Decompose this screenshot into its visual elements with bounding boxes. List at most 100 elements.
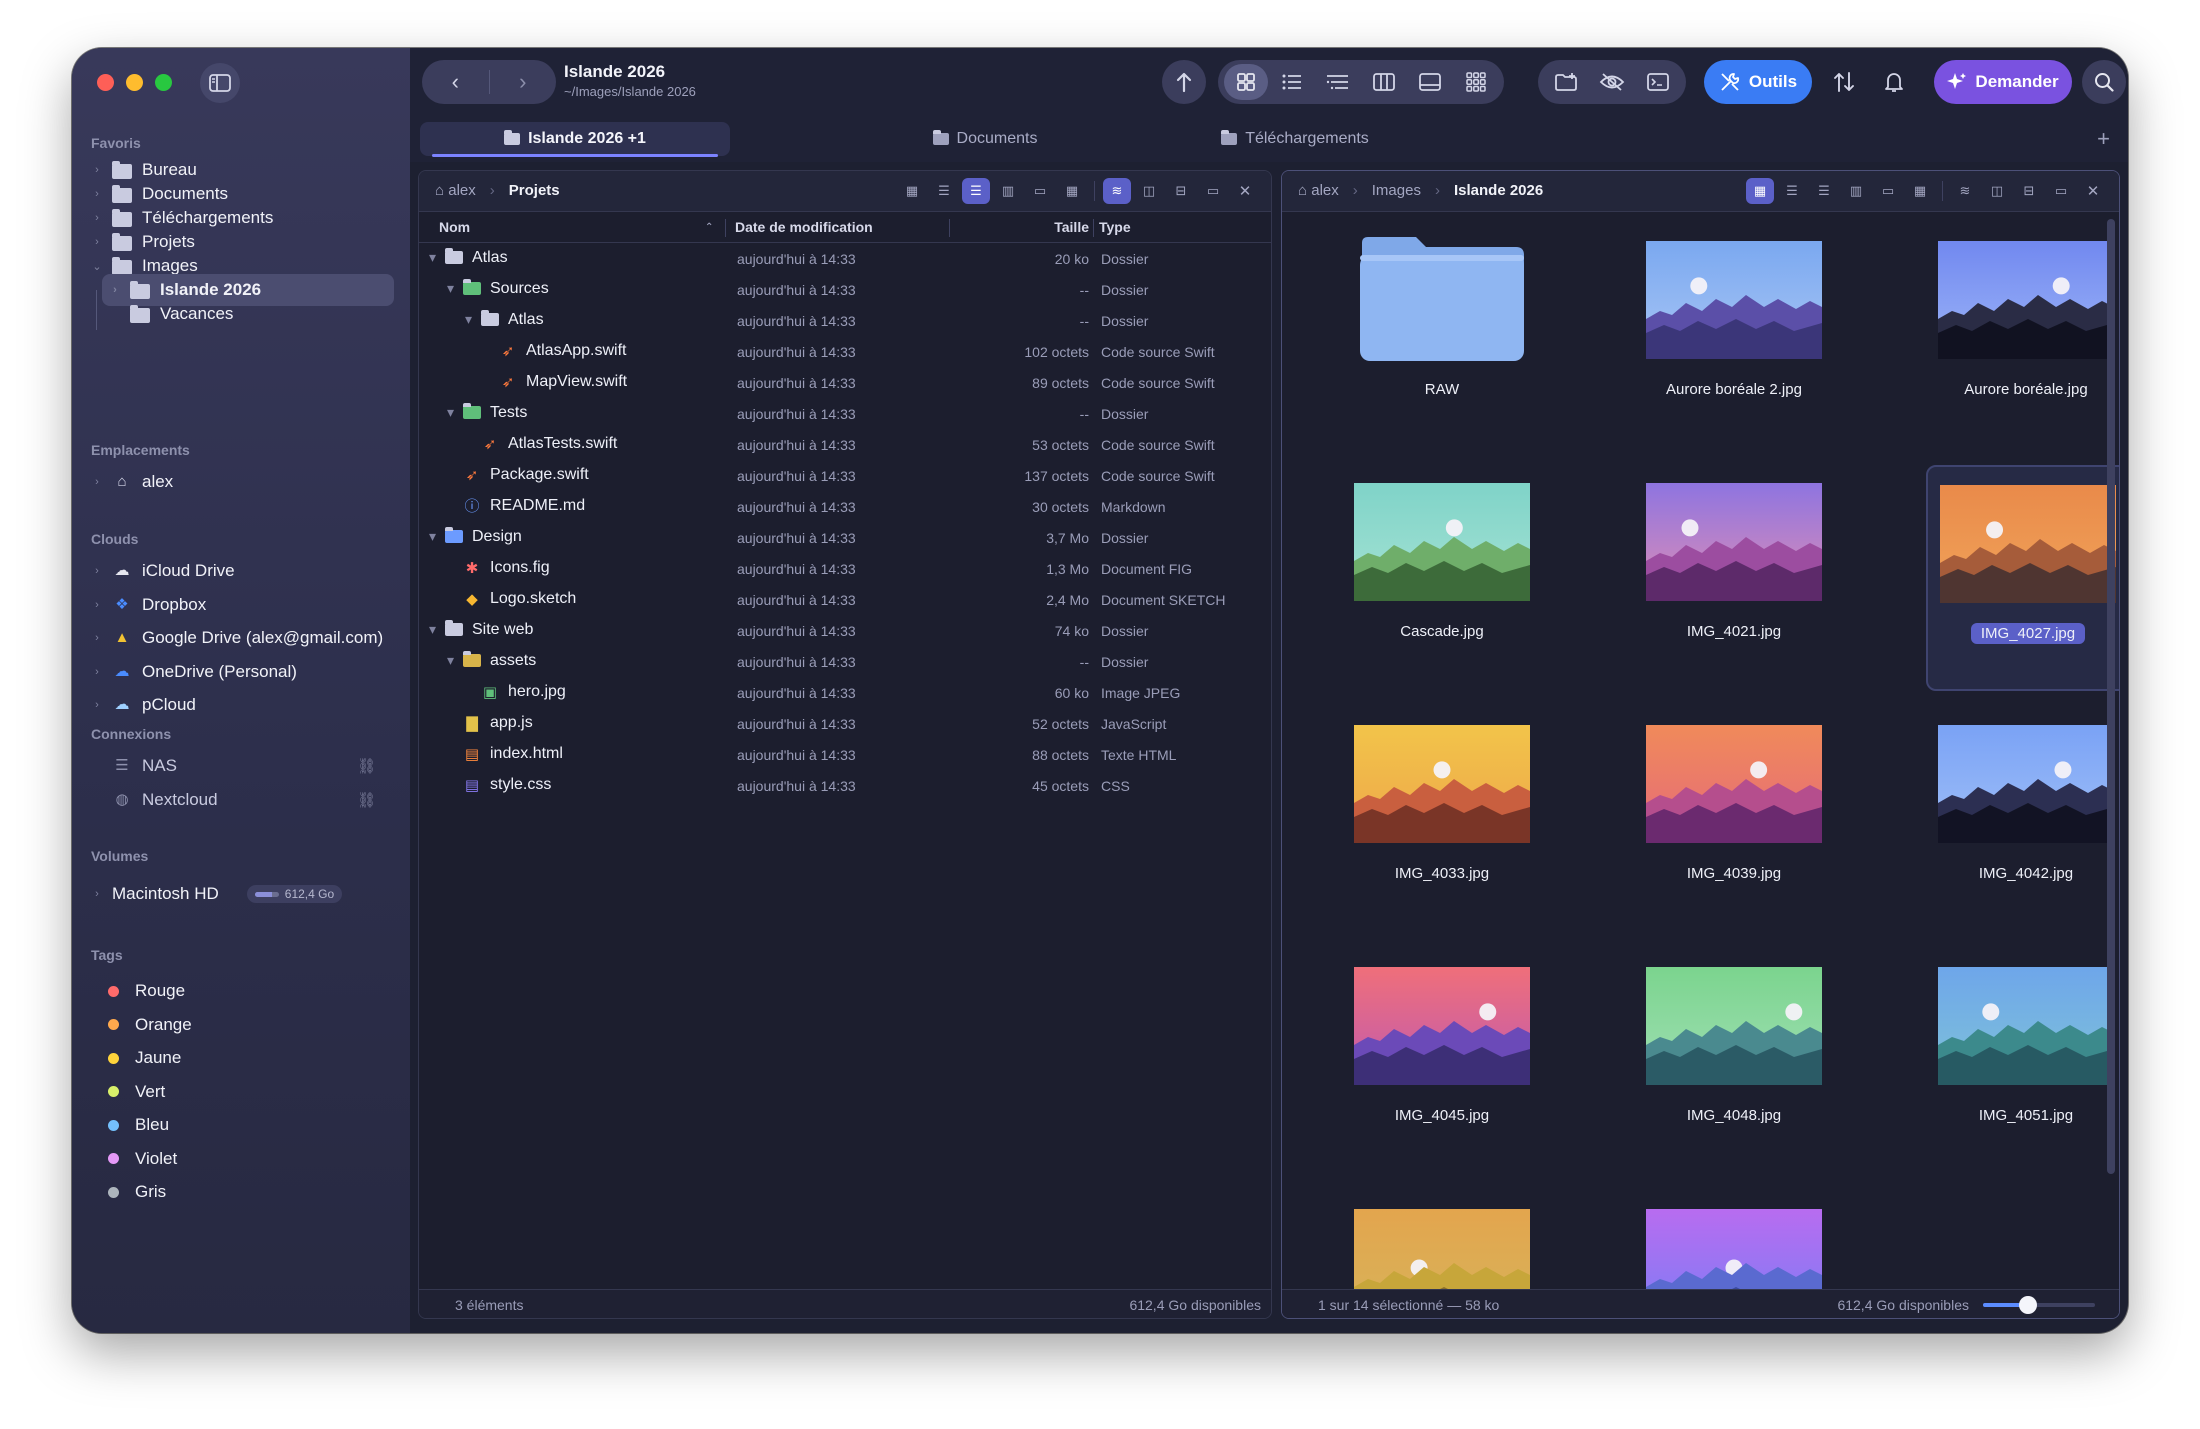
chevron-right-icon[interactable]: › [90,666,104,678]
split-horizontal-button[interactable]: ⊟ [1167,178,1195,204]
table-row[interactable]: ▾ assets aujourd'hui à 14:33 -- Dossier [419,646,1271,677]
chevron-right-icon[interactable]: › [90,888,104,900]
breadcrumb-home[interactable]: ⌂ alex [1298,182,1339,199]
pane-filter-button[interactable]: ≋ [1951,178,1979,204]
table-row[interactable]: ➶ AtlasTests.swift aujourd'hui à 14:33 53 o… [419,429,1271,460]
column-name-header[interactable]: Nom [439,219,470,235]
pane-thumbs-button[interactable]: ▦ [1906,178,1934,204]
pane-gallery-button[interactable]: ▭ [1026,178,1054,204]
sidebar-item-nextcloud[interactable]: ◍ Nextcloud ⛓ [84,784,394,816]
tag-violet[interactable]: Violet [84,1143,394,1175]
tag-orange[interactable]: Orange [84,1009,394,1041]
table-row[interactable]: ▤ index.html aujourd'hui à 14:33 88 octets T… [419,739,1271,770]
sidebar-item-macintosh-hd[interactable]: › Macintosh HD 612,4 Go [84,878,394,910]
table-row[interactable]: ⓘ README.md aujourd'hui à 14:33 30 octets Ma… [419,491,1271,522]
tag-jaune[interactable]: Jaune [84,1042,394,1074]
chevron-right-icon[interactable]: › [90,188,104,200]
tab-documents[interactable]: Documents [900,122,1070,156]
slider-knob[interactable] [2018,1296,2037,1314]
image-item[interactable]: IMG_4021.jpg [1634,465,1834,687]
table-row[interactable]: ✱ Icons.fig aujourd'hui à 14:33 1,3 Mo Docum… [419,553,1271,584]
table-row[interactable]: ➶ AtlasApp.swift aujourd'hui à 14:33 102 oc… [419,336,1271,367]
table-row[interactable]: ▾ Sources aujourd'hui à 14:33 -- Dossier [419,274,1271,305]
tag-rouge[interactable]: Rouge [84,975,394,1007]
new-tab-button[interactable]: + [2097,126,2110,152]
forward-button[interactable]: › [490,69,557,95]
icon-size-slider[interactable] [1983,1296,2095,1314]
close-pane-button[interactable]: ✕ [2079,178,2107,204]
chevron-right-icon[interactable]: › [90,212,104,224]
column-size-header[interactable]: Taille [1019,219,1089,235]
disclosure-chevron-icon[interactable]: ▾ [447,652,454,669]
sidebar-item-icloud[interactable]: › ☁ iCloud Drive [84,555,394,587]
outline-view-button[interactable] [1316,64,1360,100]
parent-folder-button[interactable] [1162,60,1206,104]
folder-item[interactable]: RAW [1342,223,1542,445]
disclosure-chevron-icon[interactable]: ▾ [447,280,454,297]
image-item[interactable]: IMG_4051.jpg [1926,949,2119,1171]
split-vertical-button[interactable]: ◫ [1983,178,2011,204]
column-date-header[interactable]: Date de modification [735,219,873,235]
breadcrumb-current[interactable]: Projets [509,182,560,199]
back-button[interactable]: ‹ [422,69,489,95]
sidebar-item-pcloud[interactable]: › ☁ pCloud [84,689,394,721]
pane-columns-button[interactable]: ▥ [1842,178,1870,204]
image-item[interactable]: IMG_4042.jpg [1926,707,2119,929]
column-divider[interactable] [1093,219,1094,237]
icon-view-button[interactable] [1224,64,1268,100]
notifications-button[interactable] [1872,60,1916,104]
link-icon[interactable]: ⛓ [357,757,376,775]
table-row[interactable]: ▣ hero.jpg aujourd'hui à 14:33 60 ko Image J… [419,677,1271,708]
gallery-view-button[interactable] [1408,64,1452,100]
demander-button[interactable]: Demander [1934,60,2072,104]
chevron-right-icon[interactable]: › [90,699,104,711]
pane-thumbs-button[interactable]: ▦ [1058,178,1086,204]
column-type-header[interactable]: Type [1099,219,1131,235]
disclosure-chevron-icon[interactable]: ▾ [429,528,436,545]
zoom-window-button[interactable] [155,74,172,91]
chevron-down-icon[interactable]: ⌄ [90,260,104,273]
split-vertical-button[interactable]: ◫ [1135,178,1163,204]
thumbnail-grid-button[interactable] [1454,64,1498,100]
disclosure-chevron-icon[interactable]: ▾ [447,404,454,421]
sidebar-item-onedrive[interactable]: › ☁ OneDrive (Personal) [84,656,394,688]
pane-list-button[interactable]: ☰ [930,178,958,204]
table-row[interactable]: ▾ Atlas aujourd'hui à 14:33 20 ko Dossier [419,243,1271,274]
table-row[interactable]: ◆ Logo.sketch aujourd'hui à 14:33 2,4 Mo Doc… [419,584,1271,615]
toggle-hidden-button[interactable] [1590,64,1634,100]
sidebar-item-google-drive[interactable]: › ▲ Google Drive (alex@gmail.com) [84,622,394,654]
column-view-button[interactable] [1362,64,1406,100]
image-item[interactable]: Cascade.jpg [1342,465,1542,687]
breadcrumb-current[interactable]: Islande 2026 [1454,182,1543,199]
tag-gris[interactable]: Gris [84,1176,394,1208]
pane-outline-button[interactable]: ☰ [1810,178,1838,204]
image-item[interactable]: IMG_4039.jpg [1634,707,1834,929]
link-icon[interactable]: ⛓ [357,791,376,809]
tab-islande-2026[interactable]: Islande 2026 +1 [420,122,730,157]
image-item[interactable]: Aurore boréale 2.jpg [1634,223,1834,445]
pane-gallery-button[interactable]: ▭ [1874,178,1902,204]
tag-bleu[interactable]: Bleu [84,1109,394,1141]
table-row[interactable]: ▾ Atlas aujourd'hui à 14:33 -- Dossier [419,305,1271,336]
table-row[interactable]: ▾ Site web aujourd'hui à 14:33 74 ko Dossier [419,615,1271,646]
outils-button[interactable]: Outils [1704,60,1812,104]
new-folder-button[interactable] [1544,64,1588,100]
disclosure-chevron-icon[interactable]: ▾ [429,621,436,638]
sidebar-toggle-button[interactable] [200,63,240,103]
chevron-right-icon[interactable]: › [90,599,104,611]
pane-outline-button[interactable]: ☰ [962,178,990,204]
image-item[interactable]: IMG_4048.jpg [1634,949,1834,1171]
disclosure-chevron-icon[interactable]: ▾ [465,311,472,328]
sidebar-item-alex[interactable]: › ⌂ alex [84,466,394,498]
table-row[interactable]: ➶ MapView.swift aujourd'hui à 14:33 89 octe… [419,367,1271,398]
tag-vert[interactable]: Vert [84,1076,394,1108]
table-row[interactable]: ▾ Design aujourd'hui à 14:33 3,7 Mo Dossier [419,522,1271,553]
breadcrumb-item[interactable]: Images [1372,182,1421,199]
minimize-window-button[interactable] [126,74,143,91]
terminal-button[interactable] [1636,64,1680,100]
pane-grid-button[interactable]: ▦ [1746,178,1774,204]
chevron-right-icon[interactable]: › [90,476,104,488]
image-item[interactable]: IMG_4033.jpg [1342,707,1542,929]
chevron-right-icon[interactable]: › [90,632,104,644]
table-row[interactable]: ▾ Tests aujourd'hui à 14:33 -- Dossier [419,398,1271,429]
